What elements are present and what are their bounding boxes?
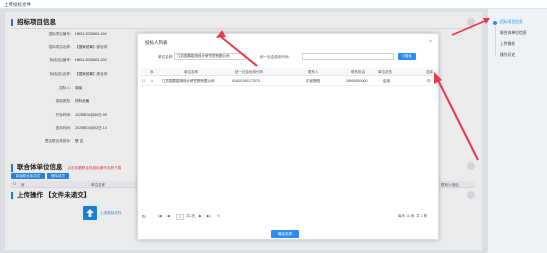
col-credit-code: 统一社会信用代码 [235,70,263,74]
first-page-icon[interactable]: |◀ [158,214,162,218]
active-nav-dot [493,21,497,25]
page-title: 上传投标文件 [4,2,31,7]
prev-page-icon[interactable]: ◀ [167,214,170,218]
bidder-table-header: 序 单位名称 统一社会信用代码 联系人 联系电话 单位状态 选择 [140,68,438,76]
nav-line [495,26,496,56]
row-checkbox[interactable]: ☐ [142,79,145,83]
unit-name-input[interactable]: 江苏国泰勘测设计研究院有限公司 [174,53,246,60]
page-size-value: 10 [142,215,146,219]
row-index: 1 [151,79,153,83]
nav-item-upload[interactable]: 上传操作 [500,42,515,47]
row-contact: 中宫骁骁 [306,79,320,83]
search-button-label: 搜索 [404,54,412,58]
page-summary: 每页 10 条, 共 1 条 [398,214,428,218]
select-radio-icon[interactable]: ⊙ [427,78,431,84]
credit-code-label: 统一社会信用代码: [260,55,290,59]
row-credit-code: 91A20100177670... [232,79,263,83]
col-index: 序 [150,70,154,74]
search-button[interactable]: ⚲搜索 [398,53,416,60]
nav-item-consortium[interactable]: 联合体单位信息 [500,31,527,36]
top-bar: 上传投标文件 [0,0,547,9]
credit-code-input[interactable] [302,53,394,60]
row-status: 启用 [383,79,390,83]
col-select: 选择 [426,70,433,74]
dialog-title: 投标人列表 [145,40,168,45]
next-page-icon[interactable]: ▶ [199,214,202,218]
total-pages: 共1页 [186,214,195,218]
side-nav: 招标项目信息 联合体单位信息 上传操作 操作历史 [490,12,547,92]
row-phone: 18900000000 [346,79,368,83]
col-contact: 联系人 [308,70,319,74]
col-unit-name: 单位名称 [184,70,198,74]
table-row[interactable]: ☐ 1 江苏国泰勘测设计研究院有限公司 91A20100177670... 中宫… [140,76,438,86]
page-size-select[interactable]: 10 ▾ [142,214,146,219]
col-status: 单位状态 [378,70,392,74]
pagination: 10 ▾ |◀ ◀ 1 共1页 ▶ ▶| ↻ 每页 10 条, 共 1 条 [140,213,438,221]
close-icon[interactable]: × [429,39,432,45]
nav-item-project-info[interactable]: 招标项目信息 [500,20,523,25]
row-unit-name: 江苏国泰勘测设计研究院有限公司 [162,79,215,83]
col-phone: 联系电话 [351,70,365,74]
unit-name-label: 单位名称: [158,55,174,59]
refresh-icon[interactable]: ↻ [217,214,220,218]
nav-item-history[interactable]: 操作历史 [500,53,515,58]
last-page-icon[interactable]: ▶| [207,214,211,218]
page-number-input[interactable]: 1 [176,214,184,220]
confirm-select-button[interactable]: 确定选择 [271,230,299,238]
bidder-list-dialog: 投标人列表 × 单位名称: 江苏国泰勘测设计研究院有限公司 统一社会信用代码: … [137,33,439,240]
